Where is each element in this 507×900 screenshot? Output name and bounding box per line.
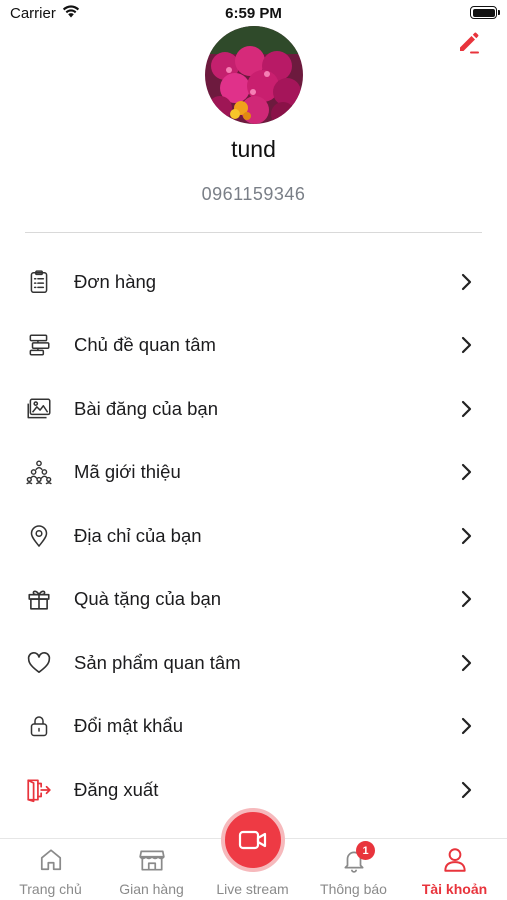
images-icon bbox=[24, 394, 54, 424]
store-icon bbox=[101, 845, 202, 875]
menu-item-favorites[interactable]: Sản phẩm quan tâm bbox=[0, 631, 507, 695]
chevron-right-icon bbox=[459, 589, 473, 609]
signpost-icon bbox=[24, 330, 54, 360]
tab-label: Live stream bbox=[216, 881, 289, 897]
chevron-right-icon bbox=[459, 399, 473, 419]
chevron-right-icon bbox=[459, 653, 473, 673]
tab-label: Thông báo bbox=[320, 881, 387, 897]
chevron-right-icon bbox=[459, 526, 473, 546]
menu-item-label: Đổi mật khẩu bbox=[74, 715, 183, 737]
location-pin-icon bbox=[24, 521, 54, 551]
chevron-right-icon bbox=[459, 272, 473, 292]
lock-icon bbox=[24, 711, 54, 741]
logout-icon bbox=[24, 775, 54, 805]
edit-profile-button[interactable] bbox=[455, 28, 483, 56]
clipboard-list-icon bbox=[24, 267, 54, 297]
referral-network-icon bbox=[24, 457, 54, 487]
menu-item-label: Mã giới thiệu bbox=[74, 461, 181, 483]
live-stream-button[interactable] bbox=[221, 808, 285, 872]
username: tund bbox=[231, 136, 276, 162]
phone-number: 0961159346 bbox=[201, 184, 306, 204]
battery-icon bbox=[470, 6, 500, 19]
tab-label: Tài khoản bbox=[421, 881, 488, 897]
chevron-right-icon bbox=[459, 462, 473, 482]
menu-item-referral[interactable]: Mã giới thiệu bbox=[0, 441, 507, 505]
menu-item-label: Quà tặng của bạn bbox=[74, 588, 222, 610]
menu-item-address[interactable]: Địa chỉ của bạn bbox=[0, 504, 507, 568]
chevron-right-icon bbox=[459, 780, 473, 800]
tab-label: Trang chủ bbox=[19, 881, 82, 897]
menu-item-label: Đơn hàng bbox=[74, 270, 157, 292]
menu-item-posts[interactable]: Bài đăng của bạn bbox=[0, 377, 507, 441]
chevron-right-icon bbox=[459, 335, 473, 355]
menu-item-gifts[interactable]: Quà tặng của bạn bbox=[0, 568, 507, 632]
menu-item-label: Địa chỉ của bạn bbox=[74, 524, 202, 546]
tab-store[interactable]: Gian hàng bbox=[101, 839, 202, 900]
pencil-icon bbox=[460, 32, 479, 54]
tab-account[interactable]: Tài khoản bbox=[404, 839, 505, 900]
account-menu: Đơn hàng Chủ đề quan tâm Bài đăng của bạ… bbox=[0, 250, 507, 822]
chevron-right-icon bbox=[459, 716, 473, 736]
tab-label: Gian hàng bbox=[119, 881, 184, 897]
menu-item-label: Chủ đề quan tâm bbox=[74, 334, 216, 356]
menu-item-topics[interactable]: Chủ đề quan tâm bbox=[0, 314, 507, 378]
menu-item-orders[interactable]: Đơn hàng bbox=[0, 250, 507, 314]
tab-home[interactable]: Trang chủ bbox=[0, 839, 101, 900]
divider bbox=[25, 232, 482, 233]
menu-item-label: Bài đăng của bạn bbox=[74, 397, 219, 419]
tab-notifications[interactable]: Thông báo bbox=[303, 839, 404, 900]
user-icon bbox=[404, 845, 505, 875]
home-icon bbox=[0, 845, 101, 875]
menu-item-label: Sản phẩm quan tâm bbox=[74, 651, 241, 673]
notification-badge: 1 bbox=[356, 841, 375, 860]
gift-icon bbox=[24, 584, 54, 614]
clock-time: 6:59 PM bbox=[225, 5, 282, 22]
bell-icon bbox=[303, 845, 404, 875]
menu-item-change-password[interactable]: Đổi mật khẩu bbox=[0, 695, 507, 759]
flower-photo bbox=[205, 26, 303, 124]
video-camera-icon bbox=[238, 830, 267, 850]
avatar[interactable] bbox=[205, 26, 303, 124]
menu-item-label: Đăng xuất bbox=[74, 778, 159, 800]
heart-icon bbox=[24, 648, 54, 678]
